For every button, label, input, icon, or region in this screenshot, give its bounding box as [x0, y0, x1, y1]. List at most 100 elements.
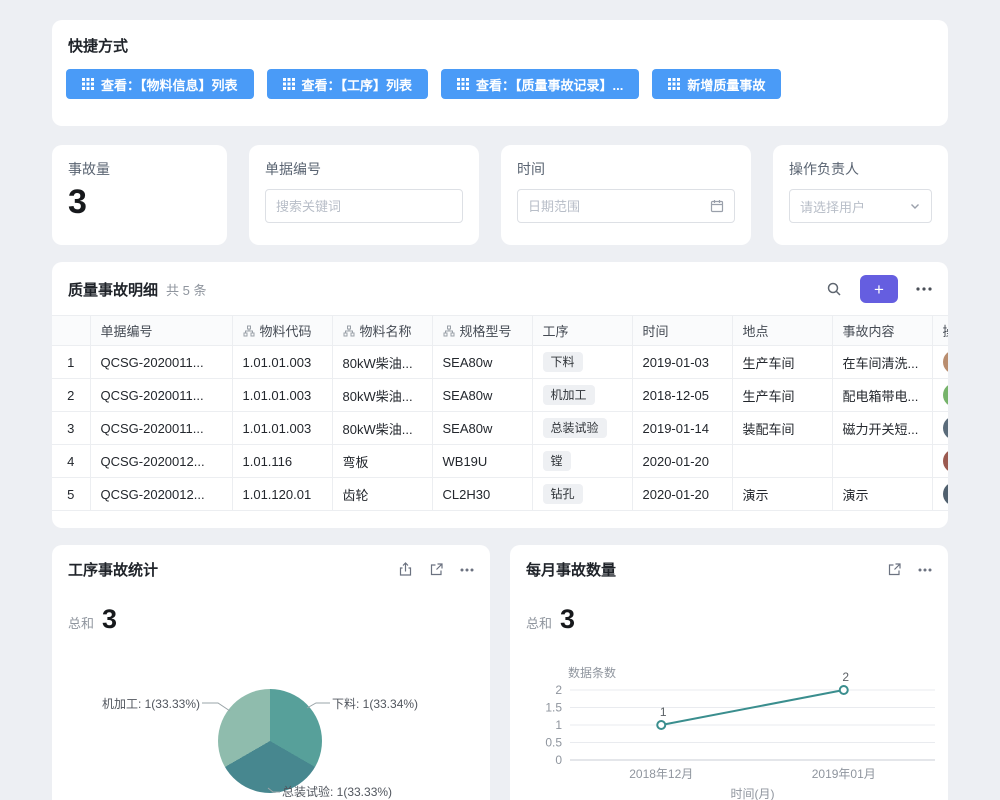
operator-select[interactable]: 请选择用户	[789, 189, 932, 223]
avatar	[943, 383, 949, 407]
cell: 3	[52, 412, 90, 445]
cell: 机加工	[532, 379, 632, 412]
date-range-input[interactable]	[528, 199, 704, 214]
cell: 1.01.01.003	[232, 346, 332, 379]
table-header-row: 单据编号物料代码物料名称规格型号工序时间地点事故内容操作负责人	[52, 316, 948, 346]
svg-text:2018年12月: 2018年12月	[629, 767, 693, 781]
accident-count-value: 3	[68, 183, 211, 222]
svg-text:1: 1	[660, 705, 667, 719]
table-row[interactable]: 5QCSG-2020012...1.01.120.01齿轮CL2H30钻孔202…	[52, 478, 948, 511]
accident-count-label: 事故量	[68, 159, 211, 179]
table-row[interactable]: 4QCSG-2020012...1.01.116弯板WB19U镗2020-01-…	[52, 445, 948, 478]
hierarchy-icon	[443, 325, 455, 340]
column-header: 物料名称	[332, 316, 432, 346]
cell	[732, 445, 832, 478]
dashboard-page: 快捷方式 查看：【物料信息】列表查看：【工序】列表查看：【质量事故记录】...新…	[0, 0, 1000, 800]
time-filter-card: 时间	[501, 145, 751, 245]
cell: 4	[52, 445, 90, 478]
svg-text:2: 2	[555, 683, 562, 697]
cell: QCSG-2020011...	[90, 346, 232, 379]
doc-no-filter-label: 单据编号	[265, 159, 463, 179]
svg-text:1: 1	[555, 718, 562, 732]
cell: 总装试验	[532, 412, 632, 445]
operator-filter-card: 操作负责人 请选择用户	[773, 145, 948, 245]
shortcut-button[interactable]: 查看：【物料信息】列表	[66, 69, 254, 99]
cell	[932, 445, 948, 478]
cell	[832, 445, 932, 478]
accident-count-card: 事故量 3	[52, 145, 227, 245]
doc-no-search-box[interactable]	[265, 189, 463, 223]
table-row[interactable]: 3QCSG-2020011...1.01.01.00380kW柴油...SEA8…	[52, 412, 948, 445]
cell	[932, 478, 948, 511]
cell: 磁力开关短...	[832, 412, 932, 445]
table-count: 共 5 条	[166, 280, 206, 299]
shortcut-button[interactable]: 查看：【质量事故记录】...	[441, 69, 639, 99]
search-icon[interactable]	[826, 281, 842, 297]
avatar	[943, 449, 949, 473]
pie-label: 下料: 1(33.34%)	[332, 695, 418, 712]
total-label: 总和	[526, 613, 552, 632]
more-icon[interactable]	[460, 568, 474, 572]
doc-no-search-input[interactable]	[276, 199, 452, 214]
more-icon[interactable]	[916, 287, 932, 291]
pie-label: 机加工: 1(33.33%)	[72, 695, 200, 712]
cell: 2018-12-05	[632, 379, 732, 412]
avatar	[943, 350, 949, 374]
chart-header: 工序事故统计	[52, 545, 490, 580]
chart-header: 每月事故数量	[510, 545, 948, 580]
cell	[932, 412, 948, 445]
cell: QCSG-2020011...	[90, 379, 232, 412]
cell: 在车间清洗...	[832, 346, 932, 379]
expand-icon[interactable]	[429, 562, 444, 577]
column-header	[52, 316, 90, 346]
chart-title: 工序事故统计	[68, 559, 398, 580]
share-icon[interactable]	[398, 562, 413, 577]
cell: 1.01.01.003	[232, 412, 332, 445]
column-header: 规格型号	[432, 316, 532, 346]
date-range-box[interactable]	[517, 189, 735, 223]
pie-chart[interactable]	[218, 689, 322, 793]
expand-icon[interactable]	[887, 562, 902, 577]
hierarchy-icon	[243, 325, 255, 340]
svg-text:0: 0	[555, 753, 562, 767]
cell: 1.01.120.01	[232, 478, 332, 511]
monthly-accident-chart-card: 00.511.5212018年12月22019年01月数据条数 时间(月) 每月…	[510, 545, 948, 800]
cell: 2	[52, 379, 90, 412]
chevron-down-icon	[909, 200, 921, 212]
shortcut-button[interactable]: 查看：【工序】列表	[267, 69, 429, 99]
table-row[interactable]: 1QCSG-2020011...1.01.01.00380kW柴油...SEA8…	[52, 346, 948, 379]
more-icon[interactable]	[918, 568, 932, 572]
cell: 80kW柴油...	[332, 412, 432, 445]
table-row[interactable]: 2QCSG-2020011...1.01.01.00380kW柴油...SEA8…	[52, 379, 948, 412]
chart-total: 总和 3	[52, 580, 490, 635]
svg-text:2: 2	[842, 670, 849, 684]
svg-text:2019年01月: 2019年01月	[812, 767, 876, 781]
column-header: 时间	[632, 316, 732, 346]
time-filter-label: 时间	[517, 159, 735, 179]
column-header: 地点	[732, 316, 832, 346]
process-tag: 机加工	[543, 385, 595, 405]
shortcut-buttons: 查看：【物料信息】列表 查看：【工序】列表 查看：【质量事故记录】... 新增质量事故	[52, 69, 948, 99]
column-header: 单据编号	[90, 316, 232, 346]
chart-title: 每月事故数量	[526, 559, 887, 580]
hierarchy-icon	[343, 325, 355, 340]
filter-row: 事故量 3 单据编号 时间 操作负责人 请选择用户	[52, 145, 948, 245]
add-record-button[interactable]: +	[860, 275, 898, 303]
column-header: 事故内容	[832, 316, 932, 346]
cell: QCSG-2020011...	[90, 412, 232, 445]
cell: 钻孔	[532, 478, 632, 511]
cell: QCSG-2020012...	[90, 445, 232, 478]
chart-total: 总和 3	[510, 580, 948, 635]
total-value: 3	[102, 604, 117, 635]
quality-accident-table: 单据编号物料代码物料名称规格型号工序时间地点事故内容操作负责人 1QCSG-20…	[52, 315, 948, 511]
cell: 演示	[732, 478, 832, 511]
shortcut-button-label: 查看：【工序】列表	[302, 75, 413, 94]
column-header: 物料代码	[232, 316, 332, 346]
shortcut-button[interactable]: 新增质量事故	[652, 69, 781, 99]
calendar-icon	[710, 199, 724, 213]
cell: 1.01.01.003	[232, 379, 332, 412]
svg-text:1.5: 1.5	[545, 701, 562, 715]
shortcuts-card: 快捷方式 查看：【物料信息】列表查看：【工序】列表查看：【质量事故记录】...新…	[52, 20, 948, 126]
cell: QCSG-2020012...	[90, 478, 232, 511]
shortcut-button-label: 查看：【质量事故记录】...	[476, 75, 623, 94]
